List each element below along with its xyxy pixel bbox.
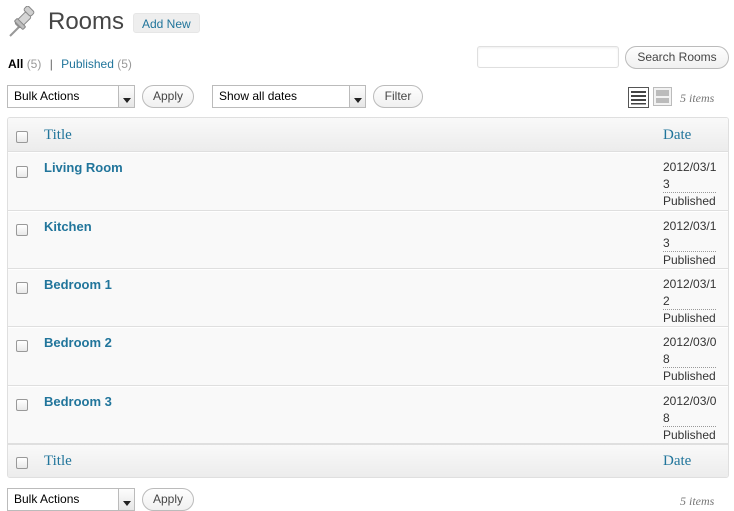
- date-filter-label: Show all dates: [219, 89, 298, 103]
- row-date-value: 2012/03/0 8: [663, 393, 717, 427]
- select-all-checkbox[interactable]: [16, 131, 28, 143]
- view-all-count: (5): [26, 57, 42, 71]
- row-status: Published: [663, 194, 716, 208]
- row-date: 2012/03/1 3 Published: [663, 218, 725, 269]
- row-status: Published: [663, 428, 716, 442]
- items-count-top: 5 items: [680, 91, 715, 105]
- apply-button-top[interactable]: Apply: [142, 85, 194, 108]
- row-date-value: 2012/03/1 2: [663, 276, 717, 310]
- bulk-actions-label: Bulk Actions: [14, 89, 80, 103]
- bulk-actions-select-top[interactable]: Bulk Actions: [7, 85, 135, 108]
- table-row: Bedroom 1 2012/03/1 2 Published: [8, 269, 728, 327]
- row-checkbox[interactable]: [16, 399, 28, 411]
- column-title-header[interactable]: Title: [44, 127, 72, 144]
- excerpt-view-icon[interactable]: [653, 87, 672, 106]
- column-date-header[interactable]: Date: [663, 127, 691, 144]
- row-date: 2012/03/1 3 Published: [663, 159, 725, 210]
- table-row: Bedroom 3 2012/03/0 8 Published: [8, 386, 728, 444]
- select-all-checkbox-footer[interactable]: [16, 457, 28, 469]
- date-filter-select[interactable]: Show all dates: [212, 85, 366, 108]
- row-title-link[interactable]: Bedroom 3: [44, 394, 112, 409]
- search-input[interactable]: [477, 46, 619, 68]
- pushpin-icon: [6, 5, 40, 40]
- row-status: Published: [663, 369, 716, 383]
- column-title-footer[interactable]: Title: [44, 453, 72, 470]
- add-new-button[interactable]: Add New: [133, 13, 200, 33]
- view-separator: |: [49, 57, 53, 71]
- bulk-actions-label: Bulk Actions: [14, 492, 80, 506]
- chevron-down-icon: [349, 86, 365, 107]
- table-row: Bedroom 2 2012/03/0 8 Published: [8, 327, 728, 386]
- view-published-link[interactable]: Published: [61, 57, 114, 71]
- row-checkbox[interactable]: [16, 340, 28, 352]
- row-checkbox[interactable]: [16, 282, 28, 294]
- search-rooms-button[interactable]: Search Rooms: [625, 46, 729, 69]
- chevron-down-icon: [118, 489, 134, 510]
- view-all-link[interactable]: All: [8, 57, 23, 71]
- row-date: 2012/03/0 8 Published: [663, 393, 725, 444]
- row-title-link[interactable]: Living Room: [44, 160, 123, 175]
- list-view-icon[interactable]: [628, 87, 649, 108]
- row-date: 2012/03/0 8 Published: [663, 334, 725, 385]
- items-count-bottom: 5 items: [680, 494, 715, 508]
- filter-button[interactable]: Filter: [373, 85, 423, 108]
- table-row: Kitchen 2012/03/1 3 Published: [8, 211, 728, 269]
- view-published-count: (5): [117, 57, 132, 71]
- table-header: Title Date: [8, 118, 728, 152]
- row-title-link[interactable]: Bedroom 2: [44, 335, 112, 350]
- chevron-down-icon: [118, 86, 134, 107]
- column-date-footer[interactable]: Date: [663, 453, 691, 470]
- rooms-table: Title Date Living Room 2012/03/1 3 Publis…: [7, 117, 729, 478]
- table-footer: Title Date: [8, 444, 728, 477]
- row-date: 2012/03/1 2 Published: [663, 276, 725, 327]
- table-row: Living Room 2012/03/1 3 Published: [8, 152, 728, 211]
- row-date-value: 2012/03/1 3: [663, 159, 717, 193]
- row-title-link[interactable]: Bedroom 1: [44, 277, 112, 292]
- row-date-value: 2012/03/0 8: [663, 334, 717, 368]
- row-status: Published: [663, 253, 716, 267]
- page-title: Rooms: [48, 8, 125, 35]
- apply-button-bottom[interactable]: Apply: [142, 488, 194, 511]
- row-date-value: 2012/03/1 3: [663, 218, 717, 252]
- row-checkbox[interactable]: [16, 166, 28, 178]
- row-status: Published: [663, 311, 716, 325]
- status-filter-links: All (5) | Published (5): [8, 57, 132, 71]
- bulk-actions-select-bottom[interactable]: Bulk Actions: [7, 488, 135, 511]
- row-title-link[interactable]: Kitchen: [44, 219, 92, 234]
- row-checkbox[interactable]: [16, 224, 28, 236]
